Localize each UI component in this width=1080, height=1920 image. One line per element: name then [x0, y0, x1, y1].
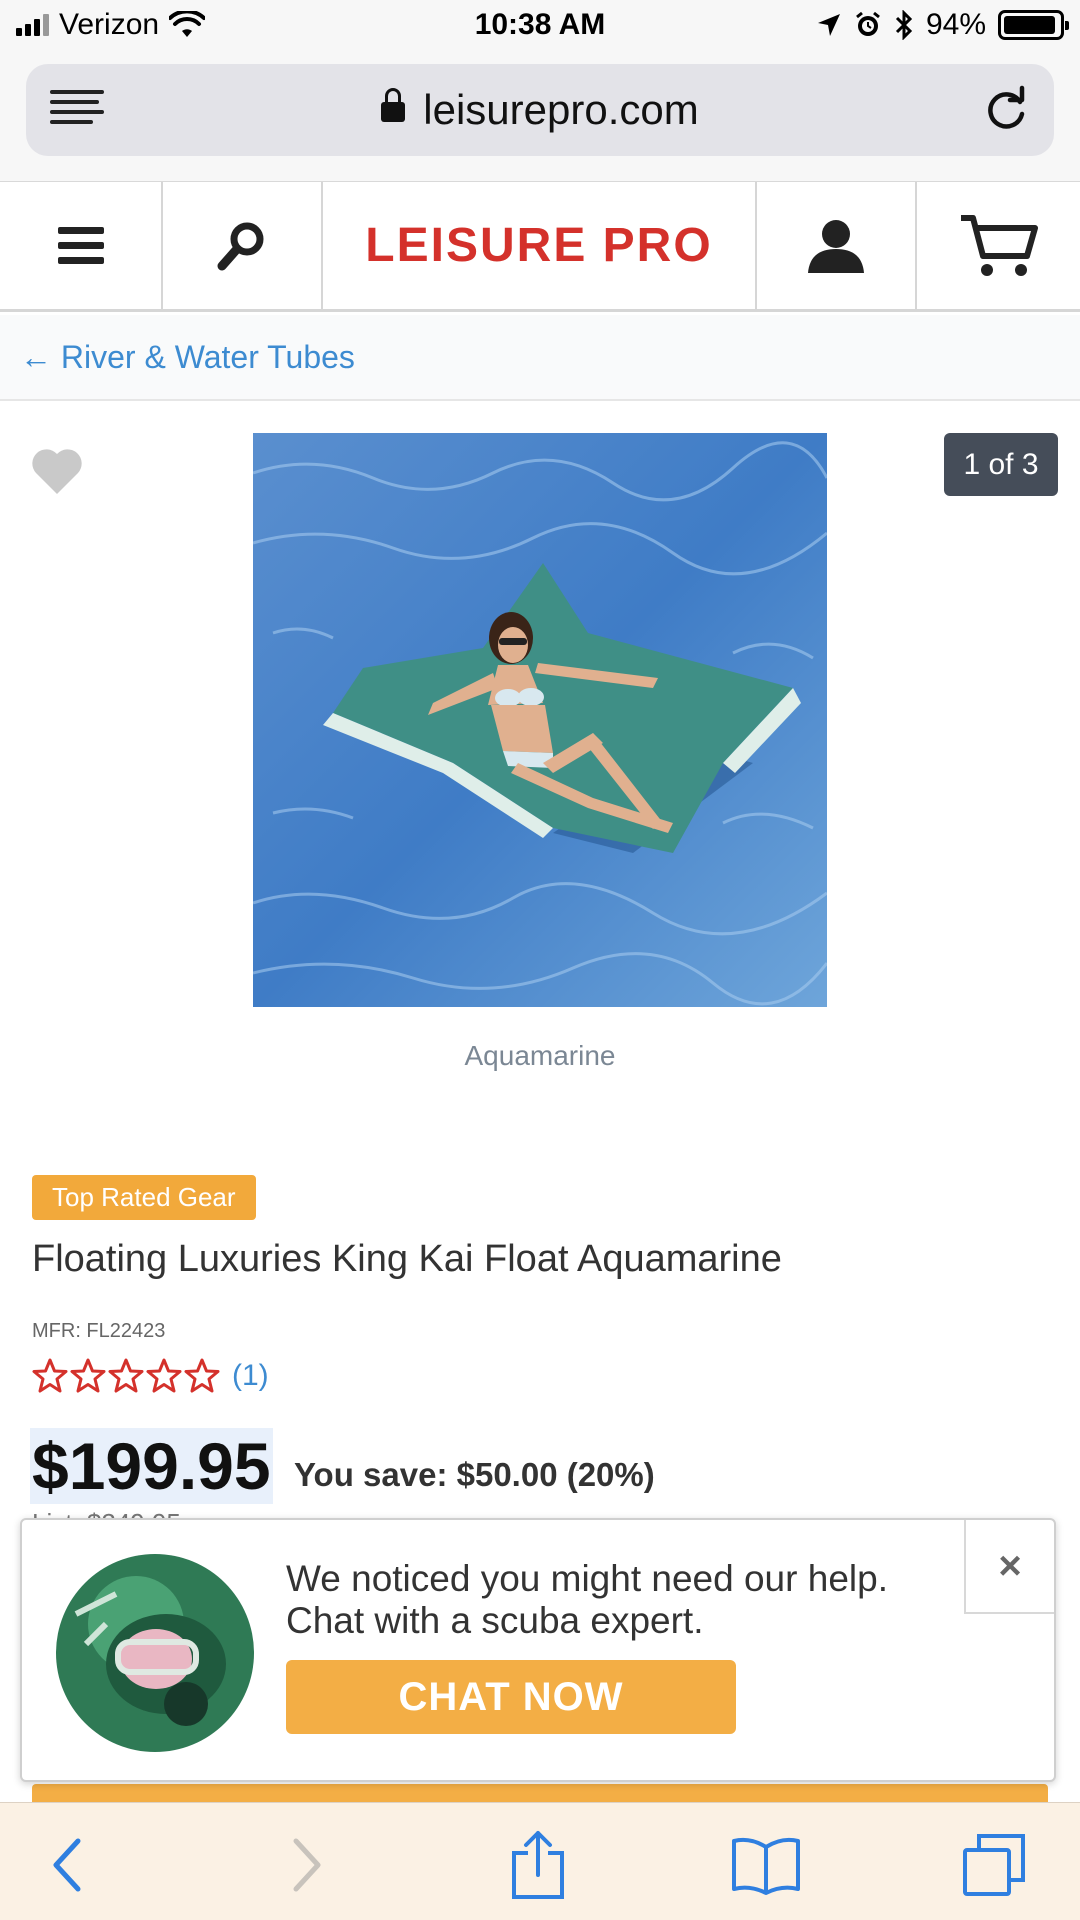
color-caption: Aquamarine: [464, 1040, 616, 1071]
back-icon: [53, 1838, 81, 1892]
product-photo-graphic: [253, 433, 827, 1007]
share-button[interactable]: [502, 1829, 574, 1901]
expert-avatar: [56, 1554, 254, 1752]
bookmarks-button[interactable]: [730, 1829, 802, 1901]
image-counter: 1 of 3: [944, 433, 1058, 496]
browser-toolbar: [0, 1802, 1080, 1920]
savings: You save: $50.00 (20%): [294, 1456, 655, 1493]
add-to-cart-button[interactable]: [32, 1784, 1048, 1804]
product-image[interactable]: [253, 433, 827, 1007]
cart-icon: [960, 214, 1038, 276]
mfr-number: MFR: FL22423: [32, 1320, 166, 1342]
chat-message-line1: We noticed you might need our help.: [286, 1558, 888, 1599]
cart-button[interactable]: [917, 182, 1080, 309]
star-icon: [108, 1358, 144, 1393]
forward-icon: [293, 1838, 321, 1892]
tabs-button[interactable]: [958, 1829, 1030, 1901]
account-button[interactable]: [757, 182, 917, 309]
product-title: Floating Luxuries King Kai Float Aquamar…: [32, 1238, 782, 1280]
wishlist-heart-icon[interactable]: [30, 446, 84, 496]
rating-stars: [32, 1358, 220, 1394]
site-header: LEISURE PRO: [0, 182, 1080, 312]
close-icon: ×: [998, 1543, 1022, 1588]
search-button[interactable]: [163, 182, 323, 309]
status-right: 94%: [816, 8, 1069, 42]
star-icon: [32, 1358, 68, 1393]
site-logo[interactable]: LEISURE PRO: [323, 182, 757, 309]
bookmarks-icon: [732, 1837, 800, 1895]
url-text: leisurepro.com: [423, 86, 699, 133]
logo-text: LEISURE PRO: [365, 219, 713, 272]
chat-message-line2: Chat with a scuba expert.: [286, 1600, 704, 1641]
share-icon: [512, 1831, 564, 1899]
chat-popup: We noticed you might need our help. Chat…: [20, 1518, 1056, 1782]
diver-avatar-graphic: [56, 1554, 254, 1752]
tabs-icon: [963, 1834, 1025, 1896]
alarm-icon: [856, 11, 880, 36]
chat-message: We noticed you might need our help. Chat…: [286, 1558, 976, 1642]
battery-percent: 94%: [925, 8, 986, 41]
close-popup-button[interactable]: ×: [964, 1520, 1054, 1614]
lock-icon: [381, 88, 406, 122]
url-display[interactable]: leisurepro.com: [26, 86, 1054, 134]
address-bar[interactable]: leisurepro.com: [26, 64, 1054, 156]
reload-icon[interactable]: [980, 84, 1032, 136]
breadcrumb-link[interactable]: ← River & Water Tubes: [20, 339, 355, 376]
forward-button[interactable]: [270, 1829, 342, 1901]
bluetooth-icon: [895, 10, 913, 40]
star-icon: [70, 1358, 106, 1393]
back-button[interactable]: [32, 1829, 104, 1901]
user-icon: [808, 219, 864, 273]
search-icon: [217, 222, 264, 270]
star-icon: [184, 1358, 220, 1393]
breadcrumb[interactable]: ← River & Water Tubes: [0, 315, 1080, 401]
location-icon: [817, 14, 840, 36]
status-bar: Verizon 10:38 AM 94%: [0, 0, 1080, 54]
hamburger-icon: [57, 226, 104, 264]
rating[interactable]: (1): [32, 1358, 269, 1394]
menu-button[interactable]: [0, 182, 163, 309]
review-count[interactable]: (1): [232, 1359, 269, 1393]
star-icon: [146, 1358, 182, 1393]
battery-icon: [998, 10, 1069, 40]
price: $199.95: [30, 1428, 273, 1504]
chat-now-button[interactable]: CHAT NOW: [286, 1660, 736, 1734]
top-rated-badge: Top Rated Gear: [32, 1175, 256, 1220]
browser-chrome: leisurepro.com: [0, 54, 1080, 182]
